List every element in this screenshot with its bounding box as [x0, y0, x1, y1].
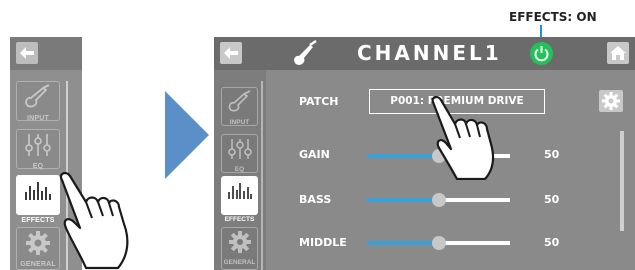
- eq-icon: [25, 134, 51, 156]
- gear-icon: [228, 231, 251, 253]
- effects-power-button[interactable]: [530, 42, 553, 65]
- sidebar-item-input[interactable]: INPUT: [221, 87, 258, 126]
- gear-icon: [602, 92, 620, 110]
- mini-sidebar-label: INPUT: [27, 115, 49, 122]
- guitar-icon: [294, 40, 317, 65]
- eq-icon: [227, 139, 252, 159]
- screen-header: CHANNEL1: [214, 37, 635, 70]
- arrow-left-icon: [224, 47, 238, 59]
- guitar-icon: [228, 90, 250, 112]
- sidebar-item-effects[interactable]: EFFECTS: [221, 176, 258, 223]
- middle-value: 50: [544, 236, 560, 249]
- guitar-icon: [25, 84, 50, 108]
- bass-slider[interactable]: [367, 193, 510, 207]
- transition-arrow: [165, 91, 209, 179]
- home-button[interactable]: [607, 42, 629, 64]
- sidebar-item-eq[interactable]: EQ: [221, 134, 258, 173]
- gain-label: GAIN: [299, 148, 330, 161]
- effects-icon: [25, 182, 51, 200]
- arrow-left-icon: [20, 47, 34, 59]
- sidebar-label: EQ: [234, 166, 245, 173]
- sidebar-label: GENERAL: [223, 259, 256, 266]
- slider-fill: [367, 198, 439, 202]
- mini-header: [10, 37, 82, 70]
- middle-label: MIDDLE: [299, 236, 347, 249]
- sidebar-item-general[interactable]: GENERAL: [221, 227, 258, 270]
- gear-icon: [26, 231, 50, 255]
- sidebar-label: EFFECTS: [224, 216, 255, 223]
- sidebar-divider: [261, 81, 263, 270]
- slider-fill: [367, 241, 439, 245]
- instruction-figure: EFFECTS: ON INPUT EQ EFFECTS GENERAL CHA…: [0, 0, 635, 270]
- mini-sidebar-item-eq[interactable]: EQ: [16, 129, 60, 170]
- slider-knob[interactable]: [431, 236, 446, 250]
- home-icon: [610, 46, 626, 60]
- power-icon: [534, 46, 549, 62]
- patch-label: PATCH: [299, 95, 339, 108]
- settings-button[interactable]: [599, 90, 623, 112]
- gain-value: 50: [544, 148, 560, 161]
- pointing-hand-icon: [431, 96, 495, 180]
- effects-status-annotation: EFFECTS: ON: [509, 10, 597, 24]
- back-button[interactable]: [220, 42, 242, 64]
- bass-value: 50: [544, 193, 560, 206]
- effects-icon: [227, 183, 252, 199]
- bass-label: BASS: [299, 193, 332, 206]
- slider-knob[interactable]: [431, 193, 446, 207]
- pointing-hand-icon: [59, 171, 129, 270]
- middle-slider[interactable]: [367, 236, 510, 250]
- scrollbar[interactable]: [620, 131, 624, 231]
- back-button[interactable]: [16, 42, 38, 64]
- sidebar-label: INPUT: [229, 119, 250, 126]
- mini-sidebar-item-input[interactable]: INPUT: [16, 81, 60, 122]
- page-title: CHANNEL1: [357, 41, 502, 65]
